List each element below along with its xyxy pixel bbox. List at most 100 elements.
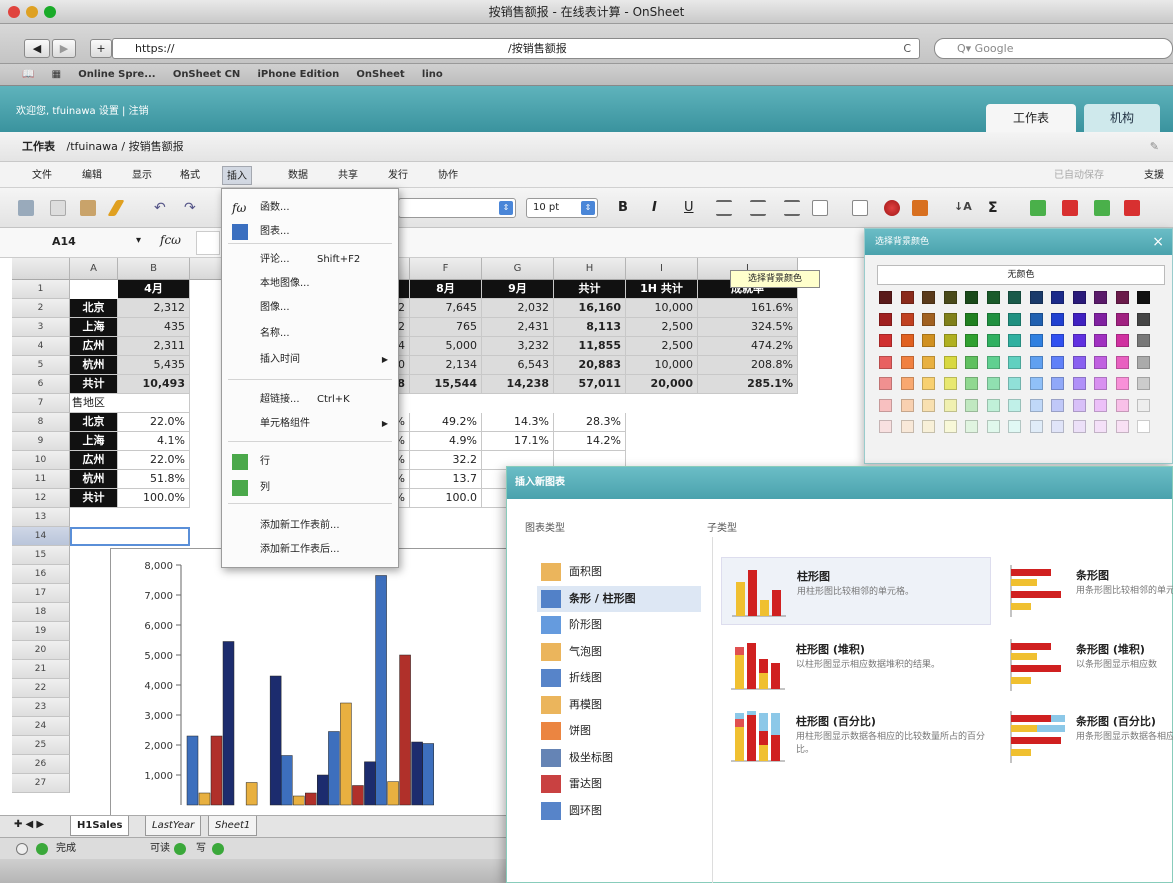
color-swatch[interactable] <box>986 377 1000 390</box>
color-swatch[interactable] <box>1029 398 1043 412</box>
color-swatch[interactable] <box>1137 377 1150 390</box>
table-cell[interactable]: 32.2 <box>410 451 482 470</box>
color-swatch[interactable] <box>943 334 957 347</box>
chart-type-item[interactable]: 气泡图 <box>537 639 701 665</box>
color-swatch[interactable] <box>922 420 935 433</box>
back-button[interactable]: ◀ <box>24 39 50 58</box>
chart-type-item[interactable]: 雷达图 <box>537 771 701 797</box>
insert-menu-item[interactable]: 列 <box>222 477 398 499</box>
table-cell[interactable]: 22.0% <box>118 451 190 470</box>
color-swatch[interactable] <box>965 398 978 412</box>
table-cell[interactable]: 2,431 <box>482 318 554 337</box>
edit-icon[interactable]: ✎ <box>1150 132 1159 162</box>
color-swatch[interactable] <box>1029 334 1043 347</box>
paste-icon[interactable] <box>80 200 96 216</box>
color-swatch[interactable] <box>1029 355 1043 369</box>
table-cell[interactable]: 北京 <box>70 413 118 432</box>
row-header[interactable]: 3 <box>12 318 70 337</box>
color-swatch[interactable] <box>879 312 892 326</box>
insert-menu-item[interactable]: 行 <box>222 451 398 473</box>
table-cell[interactable]: 49.2% <box>410 413 482 432</box>
color-swatch[interactable] <box>922 377 935 390</box>
add-tab-button[interactable]: + <box>90 39 112 58</box>
bookmark-item[interactable]: iPhone Edition <box>257 69 339 80</box>
row-header[interactable]: 4 <box>12 337 70 356</box>
corner-cell[interactable] <box>12 258 70 280</box>
color-swatch[interactable] <box>1008 355 1021 369</box>
column-header[interactable]: H <box>554 258 626 280</box>
table-cell[interactable]: 208.8% <box>698 356 798 375</box>
chart-subtype-item[interactable]: 柱形图 (堆积) 以柱形图显示相应数据堆积的结果。 <box>721 631 991 699</box>
font-family-select[interactable]: ⇕ <box>398 198 516 218</box>
color-swatch[interactable] <box>1115 312 1129 326</box>
color-swatch[interactable] <box>965 291 978 304</box>
color-swatch[interactable] <box>1029 377 1043 390</box>
align-right-icon[interactable] <box>784 200 800 216</box>
color-swatch[interactable] <box>1051 291 1064 304</box>
menu-publish[interactable]: 发行 <box>384 166 412 185</box>
bookmark-item[interactable]: OnSheet <box>356 69 404 80</box>
minimize-window-icon[interactable] <box>26 6 38 18</box>
table-cell[interactable]: 765 <box>410 318 482 337</box>
color-swatch[interactable] <box>922 334 935 347</box>
underline-button[interactable]: U <box>684 200 700 216</box>
color-swatch[interactable] <box>1137 398 1150 412</box>
table-cell[interactable]: 16,160 <box>554 299 626 318</box>
breadcrumb-path[interactable]: /tfuinawa / 按销售额报 <box>67 140 184 153</box>
color-swatch[interactable] <box>943 312 957 326</box>
color-swatch[interactable] <box>1051 334 1064 347</box>
menu-format[interactable]: 格式 <box>176 166 204 185</box>
color-swatch[interactable] <box>1072 377 1086 390</box>
table-cell[interactable]: 14.2% <box>554 432 626 451</box>
row-header[interactable]: 25 <box>12 736 70 755</box>
merge-cells-icon[interactable] <box>812 200 828 216</box>
chart-subtype-item[interactable]: 条形图 (堆积) 以条形图显示相应数 <box>1001 631 1173 699</box>
color-swatch[interactable] <box>1115 355 1129 369</box>
color-swatch[interactable] <box>1094 420 1107 433</box>
sum-icon[interactable]: Σ <box>988 200 1004 216</box>
table-cell[interactable]: 161.6% <box>698 299 798 318</box>
color-swatch[interactable] <box>879 291 892 304</box>
color-swatch[interactable] <box>1008 291 1021 304</box>
insert-row-icon[interactable] <box>1030 200 1046 216</box>
table-header-cell[interactable]: 8月 <box>410 280 482 299</box>
bookmark-item[interactable]: lino <box>422 69 443 80</box>
table-cell[interactable]: 上海 <box>70 432 118 451</box>
color-swatch[interactable] <box>900 291 914 304</box>
color-swatch[interactable] <box>1115 398 1129 412</box>
color-swatch[interactable] <box>922 312 935 326</box>
color-swatch[interactable] <box>879 420 892 433</box>
insert-menu-item[interactable]: 添加新工作表后... <box>222 539 398 561</box>
tab-organization[interactable]: 机构 <box>1084 104 1160 132</box>
insert-menu-item[interactable]: 本地图像... <box>222 273 398 295</box>
color-swatch[interactable] <box>986 291 1000 304</box>
color-swatch[interactable] <box>1051 312 1064 326</box>
sort-icon[interactable]: ↓A <box>954 200 972 216</box>
copy-icon[interactable] <box>50 200 66 216</box>
color-swatch[interactable] <box>986 312 1000 326</box>
color-swatch[interactable] <box>986 420 1000 433</box>
color-swatch[interactable] <box>1072 312 1086 326</box>
table-cell[interactable]: 20,000 <box>626 375 698 394</box>
menu-help[interactable]: 支援 <box>1140 166 1168 185</box>
delete-row-icon[interactable] <box>1062 200 1078 216</box>
chart-type-item[interactable]: 面积图 <box>537 559 701 585</box>
chart-type-item[interactable]: 圆环图 <box>537 798 701 824</box>
color-swatch[interactable] <box>1072 398 1086 412</box>
table-cell[interactable]: 10,000 <box>626 356 698 375</box>
table-cell[interactable]: 2,032 <box>482 299 554 318</box>
color-swatch[interactable] <box>879 398 892 412</box>
insert-menu-item[interactable]: 超链接... Ctrl+K <box>222 389 398 411</box>
format-painter-icon[interactable] <box>107 200 125 216</box>
color-swatch[interactable] <box>986 334 1000 347</box>
fill-color-icon[interactable] <box>884 200 900 216</box>
color-swatch[interactable] <box>943 291 957 304</box>
table-cell[interactable]: 17.1% <box>482 432 554 451</box>
insert-menu-item[interactable]: fω 函数... <box>222 197 398 219</box>
color-swatch[interactable] <box>965 334 978 347</box>
color-swatch[interactable] <box>1094 377 1107 390</box>
color-swatch[interactable] <box>1008 312 1021 326</box>
table-cell[interactable]: 285.1% <box>698 375 798 394</box>
menu-insert[interactable]: 插入 <box>222 166 252 185</box>
menu-edit[interactable]: 编辑 <box>78 166 106 185</box>
